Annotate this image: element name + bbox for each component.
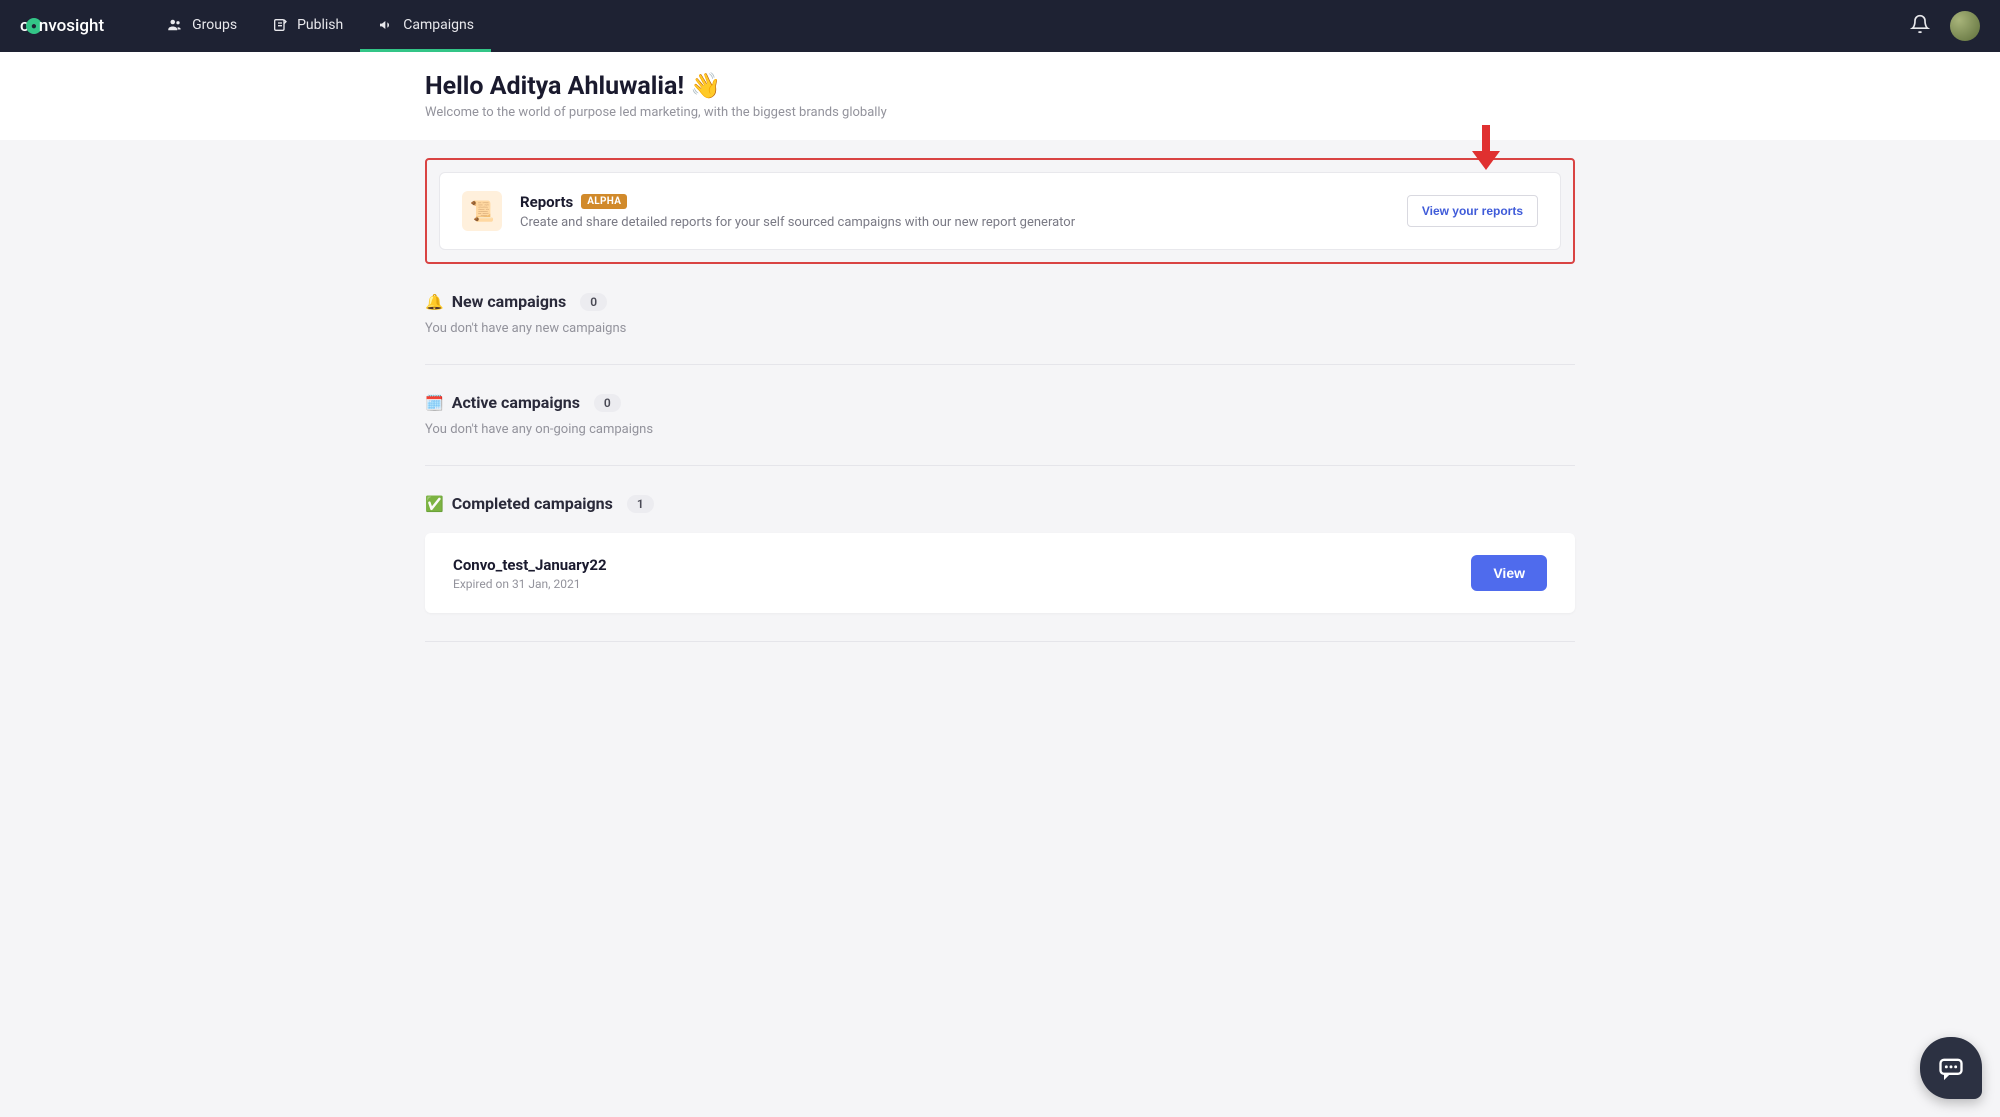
divider <box>425 465 1575 466</box>
page-greeting: Hello Aditya Ahluwalia! 👋 <box>425 72 1575 101</box>
header-section: Hello Aditya Ahluwalia! 👋 Welcome to the… <box>0 52 2000 140</box>
page-subtitle: Welcome to the world of purpose led mark… <box>425 105 1575 120</box>
avatar[interactable] <box>1950 11 1980 41</box>
reports-title: Reports <box>520 193 573 211</box>
nav-groups-label: Groups <box>192 17 237 33</box>
arrow-callout-icon <box>1472 125 1500 170</box>
completed-campaigns-header: ✅ Completed campaigns 1 <box>425 494 1575 513</box>
alpha-badge: ALPHA <box>581 194 627 209</box>
campaign-info: Convo_test_January22 Expired on 31 Jan, … <box>453 556 607 591</box>
completed-campaigns-section: ✅ Completed campaigns 1 Convo_test_Janua… <box>425 494 1575 613</box>
new-campaigns-header: 🔔 New campaigns 0 <box>425 292 1575 311</box>
completed-campaigns-title: Completed campaigns <box>452 494 613 513</box>
nav-campaigns-label: Campaigns <box>403 17 474 33</box>
completed-campaigns-count: 1 <box>627 495 654 513</box>
main-content: 📜 Reports ALPHA Create and share detaile… <box>0 158 2000 682</box>
nav-publish[interactable]: Publish <box>254 0 360 52</box>
reports-text: Reports ALPHA Create and share detailed … <box>520 193 1075 230</box>
view-reports-button[interactable]: View your reports <box>1407 195 1538 227</box>
navbar-left: c ● nvosight Groups Publish Camp <box>20 0 491 52</box>
groups-icon <box>166 16 184 34</box>
nav-links: Groups Publish Campaigns <box>149 0 491 52</box>
check-emoji-icon: ✅ <box>425 495 444 513</box>
active-campaigns-count: 0 <box>594 394 621 412</box>
megaphone-icon <box>377 16 395 34</box>
new-campaigns-title: New campaigns <box>452 292 567 311</box>
wave-icon: 👋 <box>690 72 721 101</box>
reports-scroll-icon: 📜 <box>462 191 502 231</box>
divider <box>425 641 1575 642</box>
active-campaigns-header: 🗓️ Active campaigns 0 <box>425 393 1575 412</box>
greeting-text: Hello Aditya Ahluwalia! <box>425 72 684 101</box>
active-campaigns-empty: You don't have any on-going campaigns <box>425 422 1575 437</box>
calendar-emoji-icon: 🗓️ <box>425 394 444 412</box>
active-campaigns-title: Active campaigns <box>452 393 580 412</box>
view-campaign-button[interactable]: View <box>1471 555 1547 591</box>
logo-suffix: nvosight <box>39 16 104 36</box>
publish-icon <box>271 16 289 34</box>
chat-widget-button[interactable] <box>1920 1037 1982 1099</box>
campaign-expiry: Expired on 31 Jan, 2021 <box>453 577 607 591</box>
reports-left: 📜 Reports ALPHA Create and share detaile… <box>462 191 1075 231</box>
divider <box>425 364 1575 365</box>
reports-title-row: Reports ALPHA <box>520 193 1075 211</box>
logo[interactable]: c ● nvosight <box>20 16 104 36</box>
new-campaigns-empty: You don't have any new campaigns <box>425 321 1575 336</box>
active-campaigns-section: 🗓️ Active campaigns 0 You don't have any… <box>425 393 1575 437</box>
new-campaigns-count: 0 <box>580 293 607 311</box>
chat-icon <box>1937 1054 1965 1082</box>
campaign-card: Convo_test_January22 Expired on 31 Jan, … <box>425 533 1575 613</box>
reports-emoji: 📜 <box>470 199 495 223</box>
bell-emoji-icon: 🔔 <box>425 293 444 311</box>
nav-groups[interactable]: Groups <box>149 0 254 52</box>
navbar: c ● nvosight Groups Publish Camp <box>0 0 2000 52</box>
reports-highlight-box: 📜 Reports ALPHA Create and share detaile… <box>425 158 1575 264</box>
new-campaigns-section: 🔔 New campaigns 0 You don't have any new… <box>425 292 1575 336</box>
navbar-right <box>1910 11 1980 41</box>
nav-publish-label: Publish <box>297 17 343 33</box>
nav-campaigns[interactable]: Campaigns <box>360 0 491 52</box>
reports-description: Create and share detailed reports for yo… <box>520 215 1075 230</box>
campaign-name: Convo_test_January22 <box>453 556 607 574</box>
reports-card: 📜 Reports ALPHA Create and share detaile… <box>439 172 1561 250</box>
notifications-icon[interactable] <box>1910 14 1930 38</box>
